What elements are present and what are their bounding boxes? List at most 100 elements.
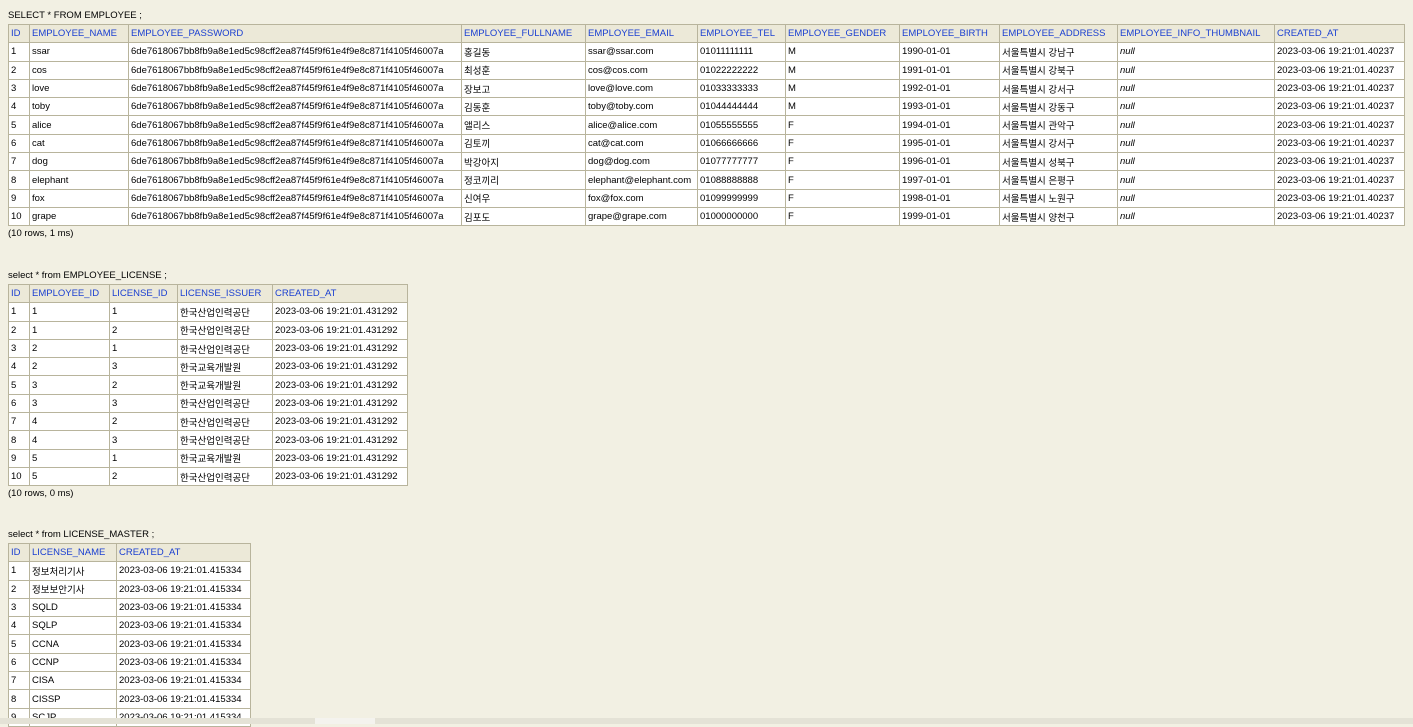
employee-table-cell: 2023-03-06 19:21:01.40237 [1274,133,1405,154]
employee-license-table-cell: 1 [109,448,178,468]
employee-table-col-header[interactable]: EMPLOYEE_FULLNAME [461,23,586,44]
employee-table-cell: 1995-01-01 [899,133,1000,154]
employee-license-table-row: 6 3 3 한국산업인력공단 2023-03-06 19:21:01.431292 [8,393,408,414]
employee-table-cell: null [1117,206,1275,227]
license-master-table-cell: 정보처리기사 [29,561,117,581]
employee-license-table-cell: 한국교육개발원 [177,357,273,377]
employee-table-col-header[interactable]: ID [8,23,30,44]
employee-table-cell: 신여우 [461,188,586,208]
license-master-table-cell: 8 [8,689,30,709]
employee-table-cell: M [785,97,900,117]
employee-table-col-header[interactable]: EMPLOYEE_TEL [697,23,786,44]
employee-table-col-header[interactable]: EMPLOYEE_BIRTH [899,23,1000,44]
employee-table-cell: 6de7618067bb8fb9a8e1ed5c98cff2ea87f45f9f… [128,97,462,117]
employee-license-table-col-header[interactable]: EMPLOYEE_ID [29,283,110,304]
employee-license-table-cell: 한국산업인력공단 [177,320,273,340]
employee-table-cell: 서울특별시 은평구 [999,170,1118,190]
employee-table-cell: 1993-01-01 [899,97,1000,117]
employee-table-cell: 6de7618067bb8fb9a8e1ed5c98cff2ea87f45f9f… [128,42,462,62]
employee-license-header-row: ID EMPLOYEE_ID LICENSE_ID LICENSE_ISSUER CRE… [8,283,408,304]
employee-table-row: 2 cos 6de7618067bb8fb9a8e1ed5c98cff2ea87f4… [8,60,1405,80]
license-master-table-cell: 6 [8,652,30,673]
employee-table-row: 9 fox 6de7618067bb8fb9a8e1ed5c98cff2ea87f4… [8,188,1405,208]
employee-table-cell: 서울특별시 강서구 [999,133,1118,154]
license-master-table-col-header[interactable]: ID [8,542,30,563]
employee-license-table-cell: 1 [109,338,178,359]
license-master-table-cell: CISSP [29,689,117,709]
employee-table-cell: cat [29,133,129,154]
employee-table-cell: elephant [29,170,129,190]
employee-table-col-header[interactable]: EMPLOYEE_EMAIL [585,23,698,44]
employee-license-table-col-header[interactable]: CREATED_AT [272,283,408,304]
employee-license-table-cell: 2023-03-06 19:21:01.431292 [272,338,408,359]
employee-table-cell: 김토끼 [461,133,586,154]
employee-license-table-cell: 한국산업인력공단 [177,412,273,432]
employee-license-table-cell: 9 [8,448,30,468]
license-master-table-cell: 2023-03-06 19:21:01.415334 [116,597,251,618]
employee-license-table-cell: 한국산업인력공단 [177,338,273,359]
employee-license-status: (10 rows, 0 ms) [8,488,74,500]
license-master-table-cell: 1 [8,561,30,581]
employee-table-cell: 2023-03-06 19:21:01.40237 [1274,152,1405,172]
employee-license-table-cell: 2 [109,412,178,432]
employee-table-cell: 2023-03-06 19:21:01.40237 [1274,97,1405,117]
employee-license-table-row: 9 5 1 한국교육개발원 2023-03-06 19:21:01.431292 [8,448,408,468]
employee-query-text: SELECT * FROM EMPLOYEE ; [8,10,142,21]
employee-table-cell: null [1117,42,1275,62]
employee-table-col-header[interactable]: EMPLOYEE_GENDER [785,23,900,44]
employee-license-table-col-header[interactable]: LICENSE_ID [109,283,178,304]
employee-table-cell: 2 [8,60,30,80]
employee-license-table-cell: 2 [8,320,30,340]
employee-table-cell: 서울특별시 강북구 [999,60,1118,80]
employee-table-row: 7 dog 6de7618067bb8fb9a8e1ed5c98cff2ea87f4… [8,152,1405,172]
employee-result-block: SELECT * FROM EMPLOYEE ; ID EMPLOYEE_NAME… [8,10,1405,240]
employee-table-col-header[interactable]: EMPLOYEE_NAME [29,23,129,44]
employee-table-col-header[interactable]: CREATED_AT [1274,23,1405,44]
employee-license-table-col-header[interactable]: LICENSE_ISSUER [177,283,273,304]
employee-license-table-cell: 6 [8,393,30,414]
license-master-table-col-header[interactable]: LICENSE_NAME [29,542,117,563]
employee-table-cell: 5 [8,115,30,135]
employee-table-cell: 4 [8,97,30,117]
employee-table-cell: ssar [29,42,129,62]
employee-license-table-cell: 2 [109,320,178,340]
license-master-table-cell: 2023-03-06 19:21:01.415334 [116,652,251,673]
employee-table-cell: 7 [8,152,30,172]
employee-table-cell: 정코끼리 [461,170,586,190]
license-master-table-cell: CISA [29,671,117,691]
employee-table-cell: grape [29,206,129,227]
employee-table-cell: 01033333333 [697,78,786,99]
employee-table-cell: fox@fox.com [585,188,698,208]
license-master-table-row: 8 CISSP 2023-03-06 19:21:01.415334 [8,689,251,709]
scrollbar-thumb[interactable] [315,718,375,724]
employee-table-col-header[interactable]: EMPLOYEE_INFO_THUMBNAIL [1117,23,1275,44]
license-master-table-col-header[interactable]: CREATED_AT [116,542,251,563]
employee-license-table-cell: 7 [8,412,30,432]
license-master-table-cell: 2023-03-06 19:21:01.415334 [116,671,251,691]
employee-license-table-cell: 5 [29,466,110,487]
license-master-query-text: select * from LICENSE_MASTER ; [8,529,155,540]
employee-table-cell: cos@cos.com [585,60,698,80]
employee-license-table-row: 5 3 2 한국교육개발원 2023-03-06 19:21:01.431292 [8,375,408,395]
horizontal-scrollbar[interactable] [0,718,1413,724]
license-master-result-block: select * from LICENSE_MASTER ; ID LICENSE… [8,529,251,727]
employee-license-table-cell: 3 [29,393,110,414]
employee-table-cell: 서울특별시 노원구 [999,188,1118,208]
employee-table-cell: 01011111111 [697,42,786,62]
employee-license-table-cell: 한국산업인력공단 [177,393,273,414]
employee-license-table-row: 10 5 2 한국산업인력공단 2023-03-06 19:21:01.431292 [8,466,408,487]
employee-table-cell: 2023-03-06 19:21:01.40237 [1274,115,1405,135]
employee-license-table-cell: 4 [29,412,110,432]
employee-table-cell: 2023-03-06 19:21:01.40237 [1274,188,1405,208]
employee-license-table-cell: 1 [29,302,110,322]
employee-license-table-col-header[interactable]: ID [8,283,30,304]
employee-table-cell: 8 [8,170,30,190]
employee-table-col-header[interactable]: EMPLOYEE_PASSWORD [128,23,462,44]
employee-table-col-header[interactable]: EMPLOYEE_ADDRESS [999,23,1118,44]
employee-table-cell: 박강아지 [461,152,586,172]
license-master-table-cell: 4 [8,616,30,636]
employee-table-cell: elephant@elephant.com [585,170,698,190]
employee-license-table-cell: 2023-03-06 19:21:01.431292 [272,466,408,487]
employee-table-cell: 01055555555 [697,115,786,135]
employee-table-row: 6 cat 6de7618067bb8fb9a8e1ed5c98cff2ea87f4… [8,133,1405,154]
